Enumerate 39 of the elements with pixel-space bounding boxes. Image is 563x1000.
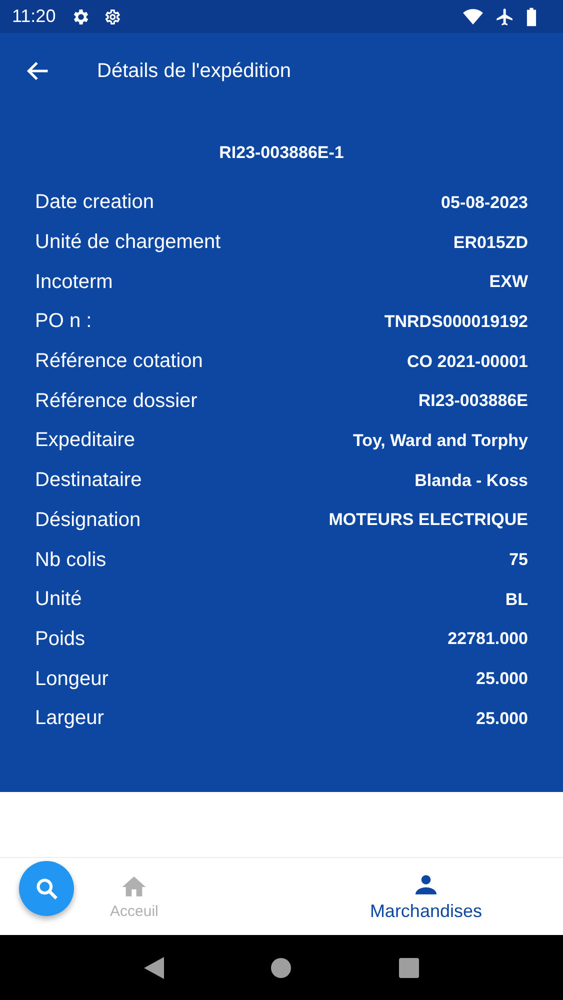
battery-icon <box>526 6 537 26</box>
field-label: Référence dossier <box>35 390 198 413</box>
shipment-reference: RI23-003886E-1 <box>218 143 345 163</box>
field-label: Date creation <box>35 191 154 214</box>
wifi-icon <box>462 6 484 26</box>
field-value: 75 <box>509 550 528 570</box>
field-label: Longeur <box>35 668 108 691</box>
field-label: Largeur <box>35 707 104 730</box>
field-value: MOTEURS ELECTRIQUE <box>328 510 528 530</box>
screen-title: Détails de l'expédition <box>97 60 291 82</box>
field-value: TNRDS000019192 <box>384 312 528 332</box>
field-label: PO n : <box>35 310 92 334</box>
field-value: BL <box>505 590 528 610</box>
field-label: Destinataire <box>35 469 142 492</box>
overview-icon[interactable] <box>399 958 420 978</box>
field-label: Incoterm <box>35 270 113 294</box>
field-label: Référence cotation <box>35 350 203 374</box>
field-value: EXW <box>489 272 528 292</box>
field-label: Désignation <box>35 508 141 532</box>
field-value: Toy, Ward and Torphy <box>352 430 528 451</box>
field-label: Nb colis <box>35 548 106 572</box>
field-value: 25.000 <box>476 669 528 690</box>
nav-tab[interactable]: Marchandises <box>370 871 482 922</box>
field-value: 22781.000 <box>448 629 528 650</box>
search-button[interactable] <box>19 861 74 916</box>
home-circle-icon[interactable] <box>271 958 292 978</box>
field-value: 25.000 <box>476 708 528 729</box>
field-value: 05-08-2023 <box>441 192 528 213</box>
field-label: Unité <box>35 588 82 612</box>
back-icon[interactable] <box>144 956 164 978</box>
field-value: ER015ZD <box>453 232 528 253</box>
field-label: Expeditaire <box>35 429 136 452</box>
field-value: Blanda - Koss <box>414 470 528 491</box>
airplane-icon <box>495 6 515 26</box>
clock: 11:20 <box>12 6 56 27</box>
field-label: Unité de chargement <box>35 231 221 254</box>
field-value: CO 2021-00001 <box>407 352 528 372</box>
field-label: Poids <box>35 628 86 651</box>
field-value: RI23-003886E <box>418 391 528 412</box>
